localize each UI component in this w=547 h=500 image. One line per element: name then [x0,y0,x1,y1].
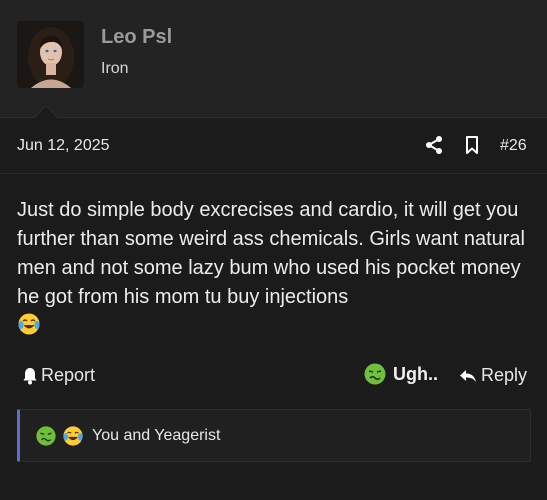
share-icon[interactable] [424,135,444,155]
post-number-link[interactable]: #26 [500,137,527,155]
sick-face-icon [364,363,386,385]
reactions-summary-text: You and Yeagerist [92,426,221,444]
laughing-crying-emoji-icon [62,425,84,447]
bell-icon [23,367,37,384]
reactions-summary-bar[interactable]: You and Yeagerist [17,409,531,462]
post-author-header: Leo Psl Iron [0,0,547,118]
bookmark-icon[interactable] [462,135,482,155]
post-actions: Report Ugh.. Reply [0,362,547,390]
laughing-crying-emoji-icon [17,312,41,336]
avatar[interactable] [17,21,84,88]
ugh-label: Ugh.. [393,363,438,384]
report-label: Report [41,365,96,385]
post-meta-bar: Jun 12, 2025 #26 [0,119,547,174]
reply-arrow-icon [460,369,476,382]
post-text: Just do simple body excrecises and cardi… [17,199,525,308]
sick-face-emoji-icon [35,425,57,447]
username[interactable]: Leo Psl [101,26,172,49]
ugh-reaction-button[interactable]: Ugh.. [363,362,438,386]
post-body: Just do simple body excrecises and cardi… [17,196,537,341]
reply-button[interactable]: Reply [459,365,527,386]
report-button[interactable]: Report [22,365,95,386]
post-date[interactable]: Jun 12, 2025 [17,137,110,155]
reply-label: Reply [481,365,528,385]
user-rank: Iron [101,60,129,77]
